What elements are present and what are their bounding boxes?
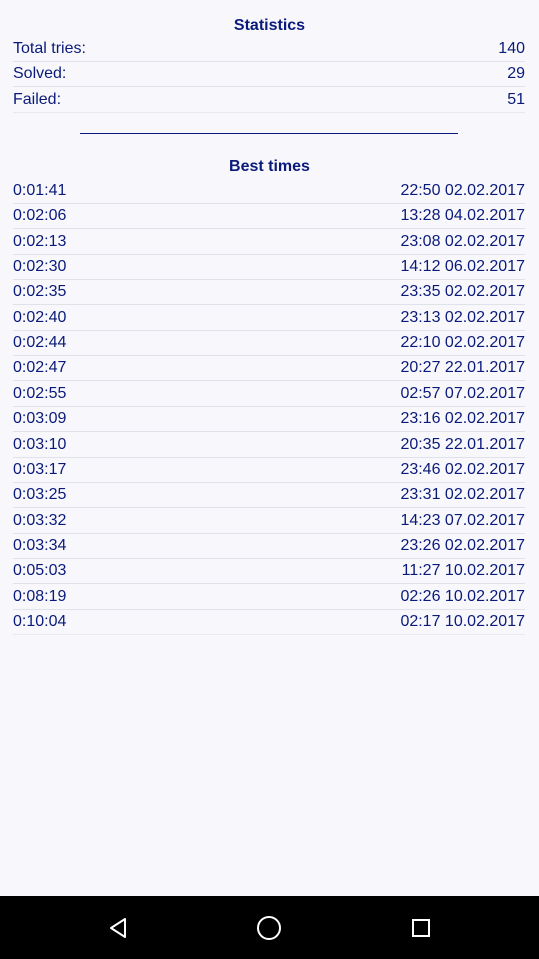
- best-time-date: 13:28 04.02.2017: [400, 207, 525, 224]
- best-time-row: 0:03:09 23:16 02.02.2017: [13, 407, 525, 432]
- best-time-duration: 0:03:17: [13, 461, 67, 478]
- best-time-duration: 0:01:41: [13, 182, 67, 199]
- best-time-date: 02:57 07.02.2017: [400, 385, 525, 402]
- best-time-row: 0:03:34 23:26 02.02.2017: [13, 534, 525, 559]
- best-time-duration: 0:03:34: [13, 537, 67, 554]
- section-divider: [80, 133, 458, 134]
- best-time-row: 0:02:30 14:12 06.02.2017: [13, 255, 525, 280]
- best-time-date: 23:08 02.02.2017: [400, 233, 525, 250]
- statistics-screen: Statistics Total tries: 140 Solved: 29 F…: [0, 0, 539, 896]
- best-times-title: Best times: [229, 158, 310, 175]
- stat-label: Failed:: [13, 91, 62, 108]
- stat-value: 29: [507, 65, 525, 82]
- home-button[interactable]: [249, 908, 289, 948]
- best-time-row: 0:02:47 20:27 22.01.2017: [13, 356, 525, 381]
- best-time-row: 0:03:25 23:31 02.02.2017: [13, 483, 525, 508]
- best-time-row: 0:02:13 23:08 02.02.2017: [13, 230, 525, 255]
- best-time-duration: 0:02:55: [13, 385, 67, 402]
- recents-button[interactable]: [401, 908, 441, 948]
- best-time-date: 23:46 02.02.2017: [400, 461, 525, 478]
- best-time-duration: 0:03:09: [13, 410, 67, 427]
- stat-row-total-tries: Total tries: 140: [13, 37, 525, 62]
- best-time-duration: 0:02:40: [13, 309, 67, 326]
- best-time-duration: 0:05:03: [13, 562, 67, 579]
- stat-row-solved: Solved: 29: [13, 62, 525, 87]
- best-time-duration: 0:02:47: [13, 359, 67, 376]
- best-time-duration: 0:03:32: [13, 512, 67, 529]
- best-time-row: 0:02:35 23:35 02.02.2017: [13, 280, 525, 305]
- best-time-date: 22:10 02.02.2017: [400, 334, 525, 351]
- best-time-date: 23:13 02.02.2017: [400, 309, 525, 326]
- best-time-date: 20:35 22.01.2017: [400, 436, 525, 453]
- best-time-date: 22:50 02.02.2017: [400, 182, 525, 199]
- best-time-date: 23:31 02.02.2017: [400, 486, 525, 503]
- best-time-row: 0:03:32 14:23 07.02.2017: [13, 509, 525, 534]
- best-time-duration: 0:02:30: [13, 258, 67, 275]
- best-time-duration: 0:02:06: [13, 207, 67, 224]
- best-time-duration: 0:10:04: [13, 613, 67, 630]
- stat-row-failed: Failed: 51: [13, 88, 525, 113]
- recents-square-icon: [412, 919, 430, 937]
- best-time-duration: 0:03:10: [13, 436, 67, 453]
- best-time-row: 0:10:04 02:17 10.02.2017: [13, 610, 525, 635]
- best-time-row: 0:05:03 11:27 10.02.2017: [13, 559, 525, 584]
- best-time-row: 0:08:19 02:26 10.02.2017: [13, 585, 525, 610]
- best-time-row: 0:02:44 22:10 02.02.2017: [13, 331, 525, 356]
- home-circle-icon: [257, 916, 281, 940]
- best-time-date: 20:27 22.01.2017: [400, 359, 525, 376]
- best-time-duration: 0:02:35: [13, 283, 67, 300]
- best-time-date: 23:16 02.02.2017: [400, 410, 525, 427]
- best-time-date: 14:12 06.02.2017: [400, 258, 525, 275]
- best-time-row: 0:03:17 23:46 02.02.2017: [13, 458, 525, 483]
- best-time-row: 0:02:55 02:57 07.02.2017: [13, 382, 525, 407]
- best-time-date: 02:26 10.02.2017: [400, 588, 525, 605]
- stat-label: Solved:: [13, 65, 67, 82]
- stat-label: Total tries:: [13, 40, 86, 57]
- best-time-date: 02:17 10.02.2017: [400, 613, 525, 630]
- statistics-title: Statistics: [233, 17, 306, 34]
- stat-value: 51: [507, 91, 525, 108]
- best-time-duration: 0:02:13: [13, 233, 67, 250]
- best-time-duration: 0:03:25: [13, 486, 67, 503]
- best-time-row: 0:02:40 23:13 02.02.2017: [13, 306, 525, 331]
- best-time-row: 0:03:10 20:35 22.01.2017: [13, 433, 525, 458]
- best-time-date: 23:35 02.02.2017: [400, 283, 525, 300]
- best-time-row: 0:02:06 13:28 04.02.2017: [13, 204, 525, 229]
- best-time-duration: 0:02:44: [13, 334, 67, 351]
- back-button[interactable]: [98, 908, 138, 948]
- best-time-date: 14:23 07.02.2017: [400, 512, 525, 529]
- best-time-duration: 0:08:19: [13, 588, 67, 605]
- best-time-row: 0:01:41 22:50 02.02.2017: [13, 179, 525, 204]
- system-navigation-bar: [0, 896, 539, 959]
- best-time-date: 23:26 02.02.2017: [400, 537, 525, 554]
- best-time-date: 11:27 10.02.2017: [401, 562, 525, 579]
- back-triangle-icon: [110, 918, 126, 938]
- stat-value: 140: [498, 40, 525, 57]
